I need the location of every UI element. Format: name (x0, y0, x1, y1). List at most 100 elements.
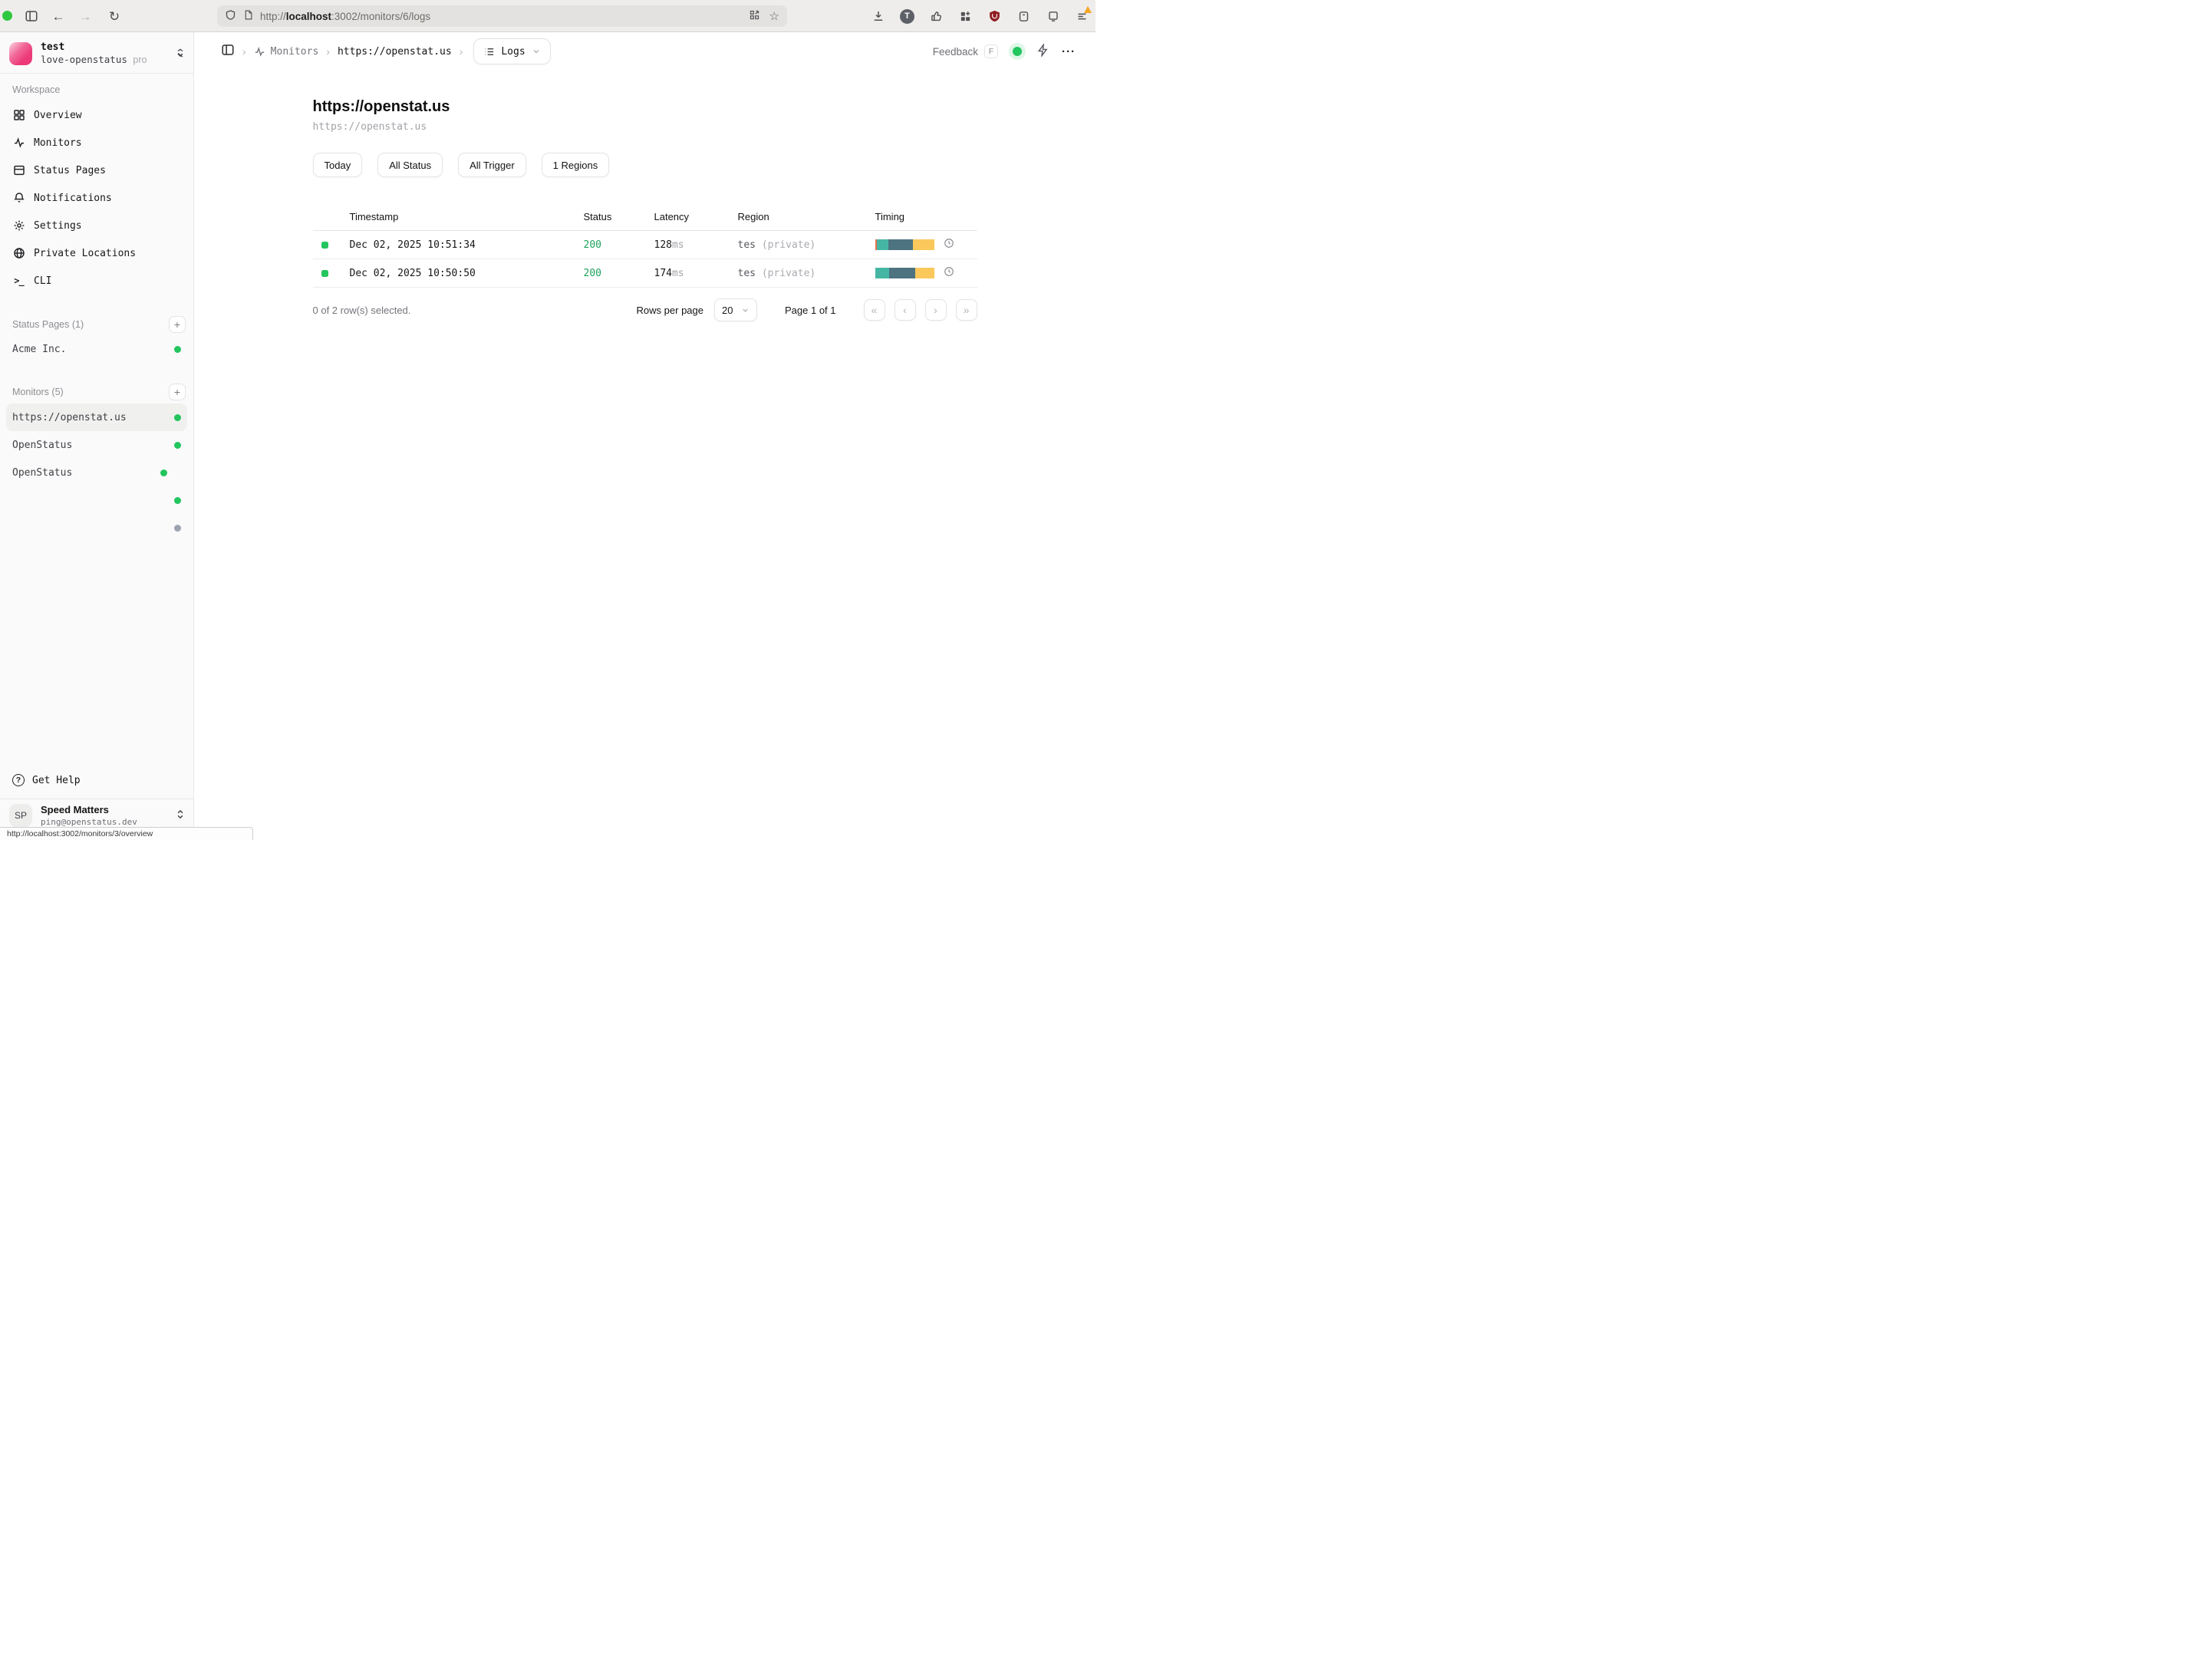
prev-page-button[interactable]: ‹ (895, 299, 916, 321)
terminal-icon: >_ (12, 275, 25, 288)
sidebar-item-label: CLI (34, 275, 51, 287)
pagination-bar: 0 of 2 row(s) selected. Rows per page 20… (313, 298, 977, 321)
activity-icon (12, 137, 25, 150)
chevron-right-icon: › (460, 45, 463, 58)
next-page-button[interactable]: › (925, 299, 947, 321)
breadcrumb-monitors[interactable]: Monitors (254, 46, 319, 58)
workspace-nav: Overview Monitors Status Pages Notificat… (6, 101, 187, 295)
cell-latency: 128ms (654, 239, 738, 251)
monitor-name: OpenStatus (12, 467, 72, 479)
more-menu-button[interactable]: ··· (1062, 45, 1076, 58)
list-icon (483, 46, 495, 58)
bookmark-star-icon[interactable]: ☆ (769, 9, 779, 23)
breadcrumb-monitor-name[interactable]: https://openstat.us (338, 46, 452, 58)
sidebar-item-monitors[interactable]: Monitors (6, 129, 187, 156)
back-icon[interactable]: ← (49, 7, 68, 25)
status-page-name: Acme Inc. (12, 344, 66, 355)
sidebar-item-monitor-openstatus-1[interactable]: OpenStatus (6, 431, 187, 459)
rows-per-page-select[interactable]: 20 (714, 298, 757, 321)
get-help-label: Get Help (32, 775, 81, 786)
device-icon[interactable] (1045, 8, 1061, 25)
status-bar-link-preview: http://localhost:3002/monitors/3/overvie… (0, 827, 253, 840)
ublock-shield-icon[interactable] (987, 8, 1003, 25)
address-bar[interactable]: http://localhost:3002/monitors/6/logs ☆ (217, 5, 787, 27)
page-title: https://openstat.us (313, 98, 977, 116)
page-info-icon[interactable] (243, 9, 253, 23)
monitor-name: https://openstat.us (12, 412, 127, 423)
sidebar-item-cli[interactable]: >_ CLI (6, 267, 187, 295)
archive-box-icon[interactable] (1016, 8, 1032, 25)
menu-icon[interactable] (1074, 8, 1090, 25)
timing-segment-connect (875, 268, 889, 278)
container-tab-icon[interactable]: T (899, 8, 915, 25)
add-monitor-button[interactable]: + (169, 384, 186, 400)
status-pages-section-header: Status Pages (1) + (12, 315, 186, 334)
download-icon[interactable] (870, 8, 886, 25)
sidebar-item-status-pages[interactable]: Status Pages (6, 156, 187, 184)
page-indicator: Page 1 of 1 (785, 305, 836, 316)
get-help-link[interactable]: ? Get Help (12, 769, 81, 791)
status-dot (174, 346, 181, 353)
content: https://openstat.us https://openstat.us … (194, 71, 1096, 840)
sidebar-item-label: Notifications (34, 193, 112, 204)
timing-bar (875, 239, 935, 250)
sidebar-item-label: Private Locations (34, 248, 136, 259)
user-menu[interactable]: SP Speed Matters ping@openstatus.dev (9, 804, 186, 828)
sidebar-item-settings[interactable]: Settings (6, 212, 187, 239)
breadcrumb: › Monitors › https://openstat.us › Logs (221, 38, 551, 64)
filter-date-button[interactable]: Today (313, 153, 363, 177)
status-dot (174, 497, 181, 504)
plan-badge: pro (133, 54, 147, 65)
monitor-name: OpenStatus (12, 440, 72, 451)
chevron-right-icon: › (242, 45, 246, 58)
workspace-name: test (41, 41, 147, 54)
clock-icon (944, 266, 954, 280)
shield-icon[interactable] (225, 9, 236, 23)
help-icon: ? (12, 774, 25, 786)
chevron-up-down-icon (175, 47, 186, 61)
grid-arrow-icon[interactable] (749, 9, 760, 23)
zap-icon[interactable] (1036, 44, 1049, 59)
table-row[interactable]: Dec 02, 2025 10:51:34 200 128ms tes (pri… (313, 231, 977, 259)
status-live-dot[interactable] (1013, 47, 1022, 56)
sidebar-item-overview[interactable]: Overview (6, 101, 187, 129)
extensions-grid-icon[interactable] (957, 8, 974, 25)
sidebar-item-monitor-unnamed-1[interactable] (6, 486, 187, 514)
browser-sidebar-toggle-icon[interactable] (22, 7, 41, 25)
sidebar-item-notifications[interactable]: Notifications (6, 184, 187, 212)
filter-trigger-button[interactable]: All Trigger (458, 153, 526, 177)
chevron-up-down-icon (175, 809, 186, 823)
page-subtitle: https://openstat.us (313, 121, 977, 133)
sidebar-item-monitor-openstatus-2[interactable]: OpenStatus (6, 459, 187, 486)
add-status-page-button[interactable]: + (169, 316, 186, 333)
browser-toolbar: ← → ↻ http://localhost:3002/monitors/6/l… (0, 0, 1096, 32)
view-switcher-logs[interactable]: Logs (473, 38, 550, 64)
feedback-button[interactable]: Feedback F (933, 44, 998, 58)
reload-icon[interactable]: ↻ (105, 7, 124, 25)
cell-status: 200 (584, 239, 654, 251)
first-page-button[interactable]: « (864, 299, 885, 321)
clock-icon (944, 238, 954, 252)
filter-regions-button[interactable]: 1 Regions (542, 153, 610, 177)
status-dot (174, 525, 181, 532)
sidebar-item-label: Monitors (34, 137, 82, 149)
sidebar-item-monitor-openstat[interactable]: https://openstat.us (6, 404, 187, 431)
sidebar-item-private-locations[interactable]: Private Locations (6, 239, 187, 267)
sidebar-item-monitor-unnamed-2[interactable] (6, 514, 187, 542)
monitors-section-header: Monitors (5) + (12, 382, 186, 402)
table-row[interactable]: Dec 02, 2025 10:50:50 200 174ms tes (pri… (313, 259, 977, 288)
filter-status-button[interactable]: All Status (377, 153, 443, 177)
sidebar-item-label: Overview (34, 110, 82, 121)
update-badge (1084, 6, 1092, 13)
sidebar-item-status-page-acme[interactable]: Acme Inc. (6, 338, 187, 361)
col-timestamp: Timestamp (350, 211, 584, 222)
workspace-switcher[interactable]: test love-openstatus pro (9, 38, 186, 69)
filter-bar: Today All Status All Trigger 1 Regions (313, 153, 977, 177)
panel-left-toggle-icon[interactable] (221, 43, 235, 60)
thumb-extension-icon[interactable] (928, 8, 944, 25)
last-page-button[interactable]: » (956, 299, 977, 321)
forward-icon[interactable]: → (76, 7, 94, 25)
gear-icon (12, 219, 25, 232)
traffic-light-green[interactable] (2, 11, 12, 21)
timing-segment-tls (889, 268, 915, 278)
